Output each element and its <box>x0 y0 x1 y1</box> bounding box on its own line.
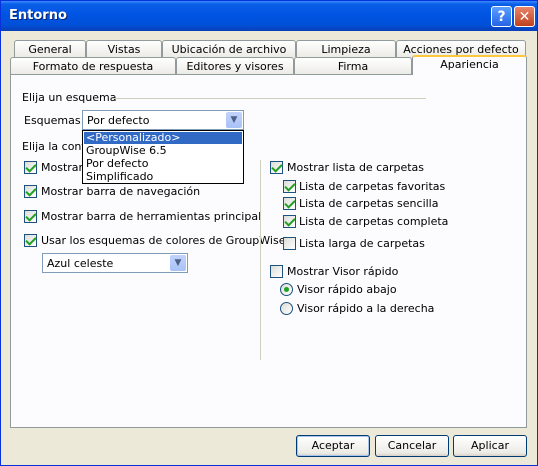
schemes-select[interactable]: Por defecto ▼ <box>82 110 244 130</box>
option-personalizado[interactable]: <Personalizado> <box>83 131 243 145</box>
toolbar-checkbox[interactable] <box>24 210 37 223</box>
colors-label: Usar los esquemas de colores de GroupWis… <box>41 234 286 247</box>
cancel-button[interactable]: Cancelar <box>375 435 449 457</box>
schemes-value: Por defecto <box>87 114 150 127</box>
nav-bar-checkbox[interactable] <box>24 185 37 198</box>
long-list-checkbox[interactable] <box>283 237 296 250</box>
apply-button[interactable]: Aplicar <box>453 435 527 457</box>
simple-list-checkbox[interactable] <box>283 197 296 210</box>
favorites-label: Lista de carpetas favoritas <box>299 180 446 193</box>
simple-list-label: Lista de carpetas sencilla <box>299 197 439 210</box>
viewer-right-radio[interactable] <box>280 302 293 315</box>
option-groupwise-65[interactable]: GroupWise 6.5 <box>84 145 242 157</box>
schemes-label: Esquemas: <box>24 114 85 127</box>
chevron-down-icon[interactable]: ▼ <box>226 112 242 128</box>
divider <box>112 98 426 99</box>
ok-button[interactable]: Aceptar <box>296 435 370 457</box>
nav-bar-label: Mostrar barra de navegación <box>41 185 201 198</box>
quick-viewer-checkbox[interactable] <box>270 265 283 278</box>
viewer-below-label: Visor rápido abajo <box>297 283 397 296</box>
favorites-checkbox[interactable] <box>283 180 296 193</box>
option-por-defecto[interactable]: Por defecto <box>84 158 242 170</box>
colors-checkbox[interactable] <box>24 234 37 247</box>
viewer-below-radio[interactable] <box>280 283 293 296</box>
show-checkbox[interactable] <box>24 161 37 174</box>
long-list-label: Lista larga de carpetas <box>299 237 425 250</box>
quick-viewer-label: Mostrar Visor rápido <box>287 265 399 278</box>
schemes-dropdown-list: <Personalizado> GroupWise 6.5 Por defect… <box>82 130 244 184</box>
folder-list-checkbox[interactable] <box>270 161 283 174</box>
color-scheme-select[interactable]: Azul celeste ▼ <box>42 253 188 273</box>
chevron-down-icon[interactable]: ▼ <box>170 255 186 271</box>
viewer-right-label: Visor rápido a la derecha <box>297 302 435 315</box>
complete-list-label: Lista de carpetas completa <box>299 215 449 228</box>
folder-list-label: Mostrar lista de carpetas <box>287 161 425 174</box>
complete-list-checkbox[interactable] <box>283 215 296 228</box>
vertical-divider <box>260 160 261 360</box>
option-simplificado[interactable]: Simplificado <box>84 171 242 183</box>
toolbar-label: Mostrar barra de herramientas principal <box>41 210 262 223</box>
scheme-group-label: Elija un esquema <box>22 91 117 104</box>
color-scheme-value: Azul celeste <box>47 257 114 270</box>
